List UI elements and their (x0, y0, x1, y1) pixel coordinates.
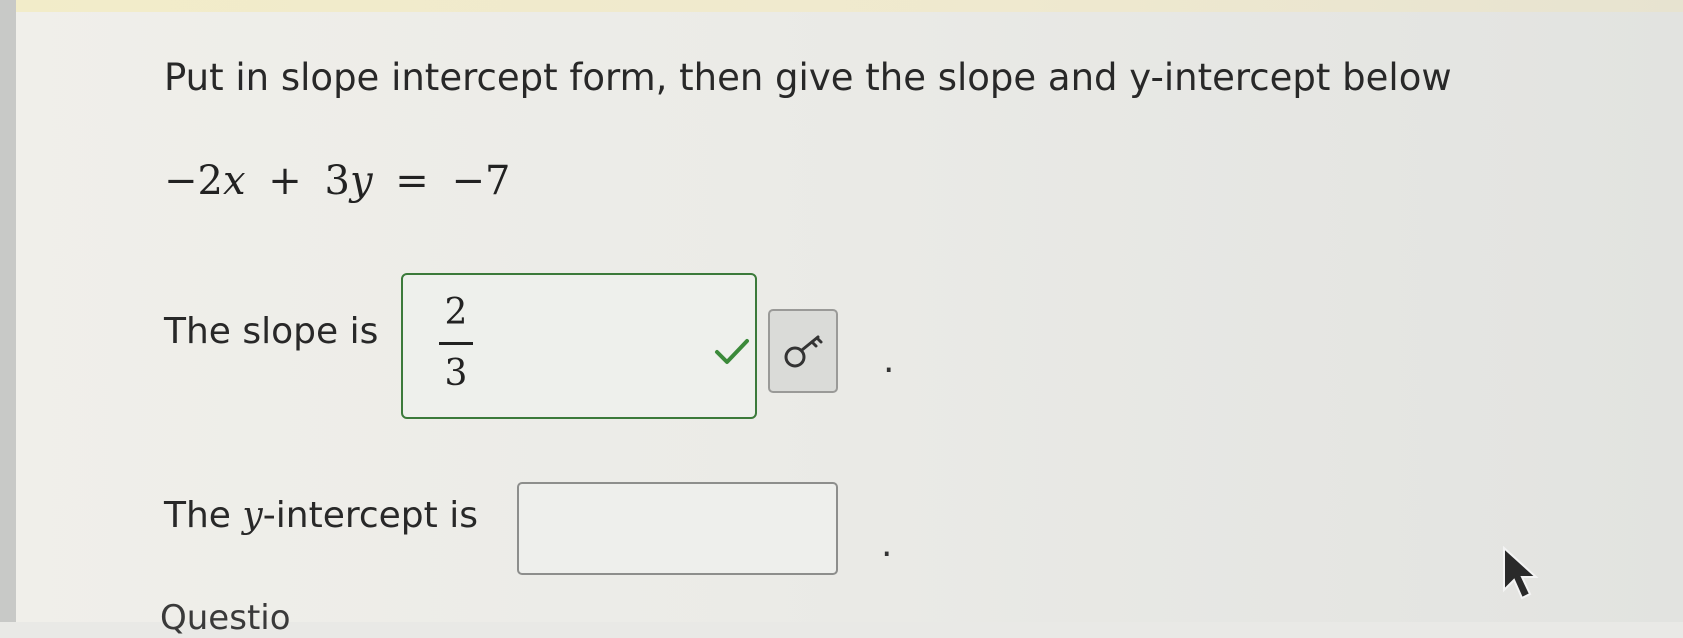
slope-trailing-period: . (883, 340, 895, 381)
y-intercept-label-suffix: -intercept is (262, 495, 478, 536)
screen: Put in slope intercept form, then give t… (0, 0, 1683, 638)
answer-key-button[interactable] (768, 309, 838, 393)
equation: −2x + 3y = −7 (164, 158, 510, 204)
y-intercept-trailing-period: . (881, 524, 893, 565)
equation-equals: = (395, 158, 429, 204)
equation-plus: + (268, 158, 302, 204)
equation-var-x: x (222, 158, 246, 204)
screen-edge (0, 0, 16, 622)
equation-coef-y: 3 (324, 158, 350, 204)
slope-fraction: 2 3 (439, 287, 473, 400)
fraction-bar (439, 342, 473, 345)
y-intercept-label: The y-intercept is (164, 495, 478, 536)
top-strip (0, 0, 1683, 12)
equation-rhs: −7 (451, 158, 511, 204)
question-prompt: Put in slope intercept form, then give t… (164, 56, 1452, 99)
equation-coef-x: −2 (164, 158, 223, 204)
slope-answer-box[interactable]: 2 3 (401, 273, 757, 419)
y-intercept-label-prefix: The (164, 495, 231, 536)
question-help-partial: Questio (160, 598, 291, 638)
check-icon (715, 339, 749, 364)
slope-denominator: 3 (444, 353, 468, 394)
y-intercept-label-var: y (242, 495, 263, 536)
mouse-cursor-icon (1503, 546, 1539, 600)
key-icon (784, 335, 823, 368)
slope-label: The slope is (164, 311, 379, 352)
y-intercept-input[interactable] (517, 482, 838, 575)
slope-numerator: 2 (444, 292, 468, 333)
equation-var-y: y (349, 158, 373, 204)
